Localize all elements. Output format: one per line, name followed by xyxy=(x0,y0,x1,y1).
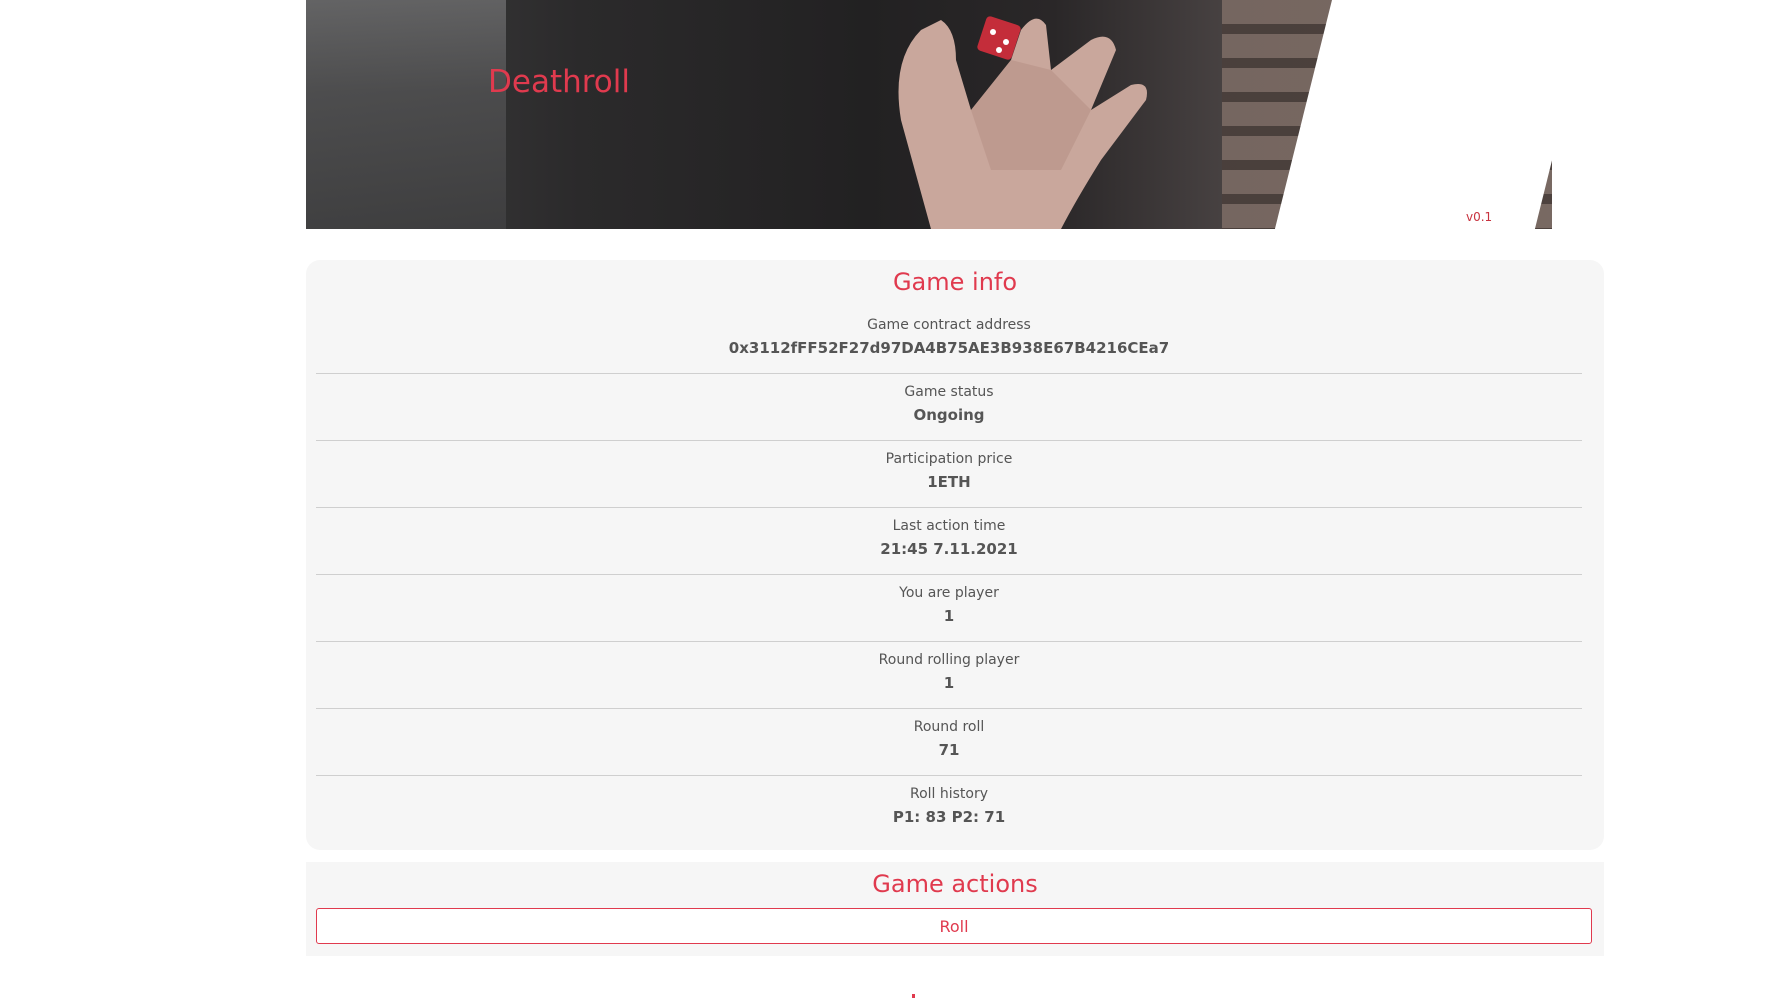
loading-indicator xyxy=(912,994,915,998)
banner-wall xyxy=(306,0,506,229)
info-row-contract-address: Game contract address 0x3112fFF52F27d97D… xyxy=(316,306,1582,374)
info-value: 0x3112fFF52F27d97DA4B75AE3B938E67B4216CE… xyxy=(728,339,1170,357)
info-label: You are player xyxy=(899,585,999,601)
info-value: 1ETH xyxy=(927,473,971,491)
info-row-participation-price: Participation price 1ETH xyxy=(316,440,1582,508)
info-row-round-rolling-player: Round rolling player 1 xyxy=(316,641,1582,709)
info-value: Ongoing xyxy=(913,406,985,424)
info-value: 1 xyxy=(943,607,955,625)
info-label: Participation price xyxy=(885,451,1013,467)
info-label: Round rolling player xyxy=(878,652,1020,668)
info-label: Game status xyxy=(904,384,994,400)
page: Deathroll v0.1 Game info Game contract a… xyxy=(0,0,1772,998)
info-row-last-action-time: Last action time 21:45 7.11.2021 xyxy=(316,507,1582,575)
info-value: 71 xyxy=(938,741,960,759)
info-label: Round roll xyxy=(913,719,985,735)
header-banner: Deathroll v0.1 xyxy=(306,0,1552,229)
version-label: v0.1 xyxy=(1466,210,1493,224)
info-row-roll-history: Roll history P1: 83 P2: 71 xyxy=(316,775,1582,842)
info-value: 1 xyxy=(943,674,955,692)
game-info-card: Game info Game contract address 0x3112fF… xyxy=(306,260,1604,850)
hand-dice-image xyxy=(898,16,1147,229)
roll-button[interactable]: Roll xyxy=(316,908,1592,944)
info-label: Game contract address xyxy=(867,317,1031,333)
info-row-game-status: Game status Ongoing xyxy=(316,373,1582,441)
game-info-title: Game info xyxy=(892,268,1018,296)
info-value: P1: 83 P2: 71 xyxy=(892,808,1006,826)
info-row-you-are-player: You are player 1 xyxy=(316,574,1582,642)
info-row-round-roll: Round roll 71 xyxy=(316,708,1582,776)
game-actions-card: Game actions Roll xyxy=(306,862,1604,956)
info-label: Last action time xyxy=(892,518,1006,534)
app-title: Deathroll xyxy=(488,64,630,100)
game-actions-title: Game actions xyxy=(872,870,1038,898)
info-label: Roll history xyxy=(909,786,989,802)
info-value: 21:45 7.11.2021 xyxy=(880,540,1018,558)
